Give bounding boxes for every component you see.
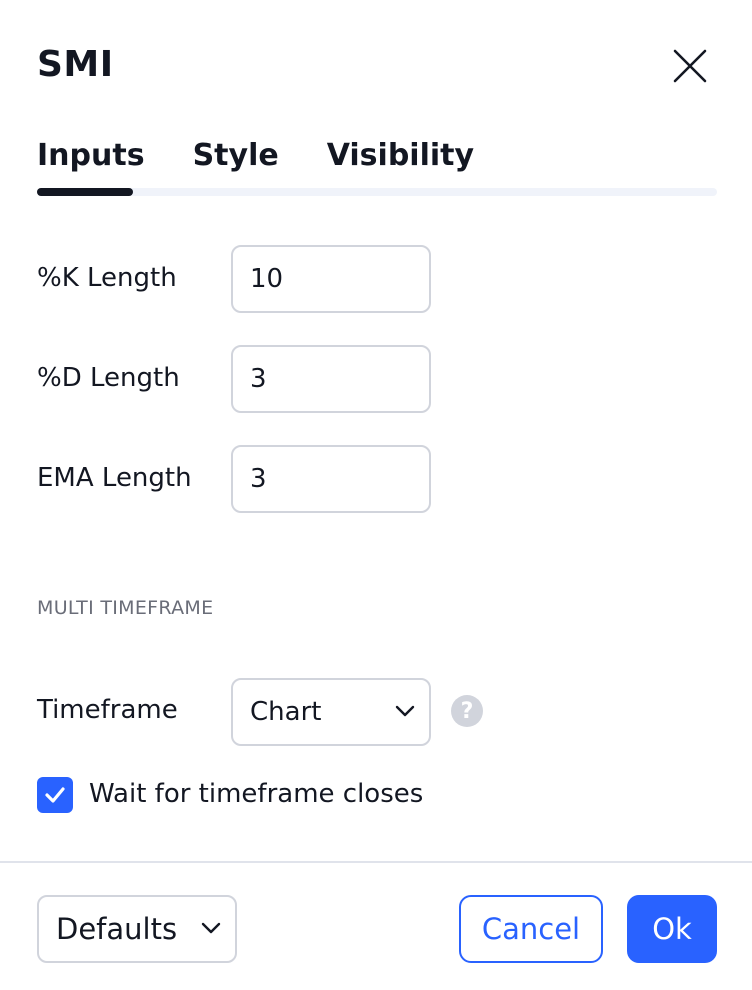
close-icon [673, 49, 707, 83]
k-length-label: %K Length [37, 263, 177, 293]
tab-visibility[interactable]: Visibility [327, 136, 474, 180]
timeframe-label: Timeframe [37, 695, 178, 725]
chevron-down-icon [395, 705, 415, 717]
tab-style[interactable]: Style [193, 136, 279, 180]
defaults-dropdown[interactable]: Defaults [37, 895, 237, 963]
chevron-down-icon [201, 922, 221, 934]
question-icon[interactable]: ? [451, 695, 483, 727]
timeframe-value: Chart [250, 697, 322, 727]
ema-length-label: EMA Length [37, 463, 192, 493]
wait-for-close-label[interactable]: Wait for timeframe closes [89, 779, 423, 809]
timeframe-select[interactable]: Chart [231, 678, 431, 746]
tab-inputs[interactable]: Inputs [37, 136, 145, 180]
d-length-input[interactable] [231, 345, 431, 413]
defaults-label: Defaults [56, 912, 178, 946]
cancel-button[interactable]: Cancel [459, 895, 603, 963]
tab-track [37, 188, 717, 196]
k-length-input[interactable] [231, 245, 431, 313]
wait-for-close-checkbox[interactable] [37, 777, 73, 813]
checkmark-icon [45, 787, 65, 803]
ok-button[interactable]: Ok [627, 895, 717, 963]
d-length-label: %D Length [37, 363, 180, 393]
dialog-title: SMI [37, 44, 114, 85]
footer-divider [0, 861, 752, 863]
ema-length-input[interactable] [231, 445, 431, 513]
active-tab-indicator [37, 188, 133, 196]
close-button[interactable] [668, 44, 712, 88]
section-title-multi-timeframe: MULTI TIMEFRAME [37, 597, 214, 619]
